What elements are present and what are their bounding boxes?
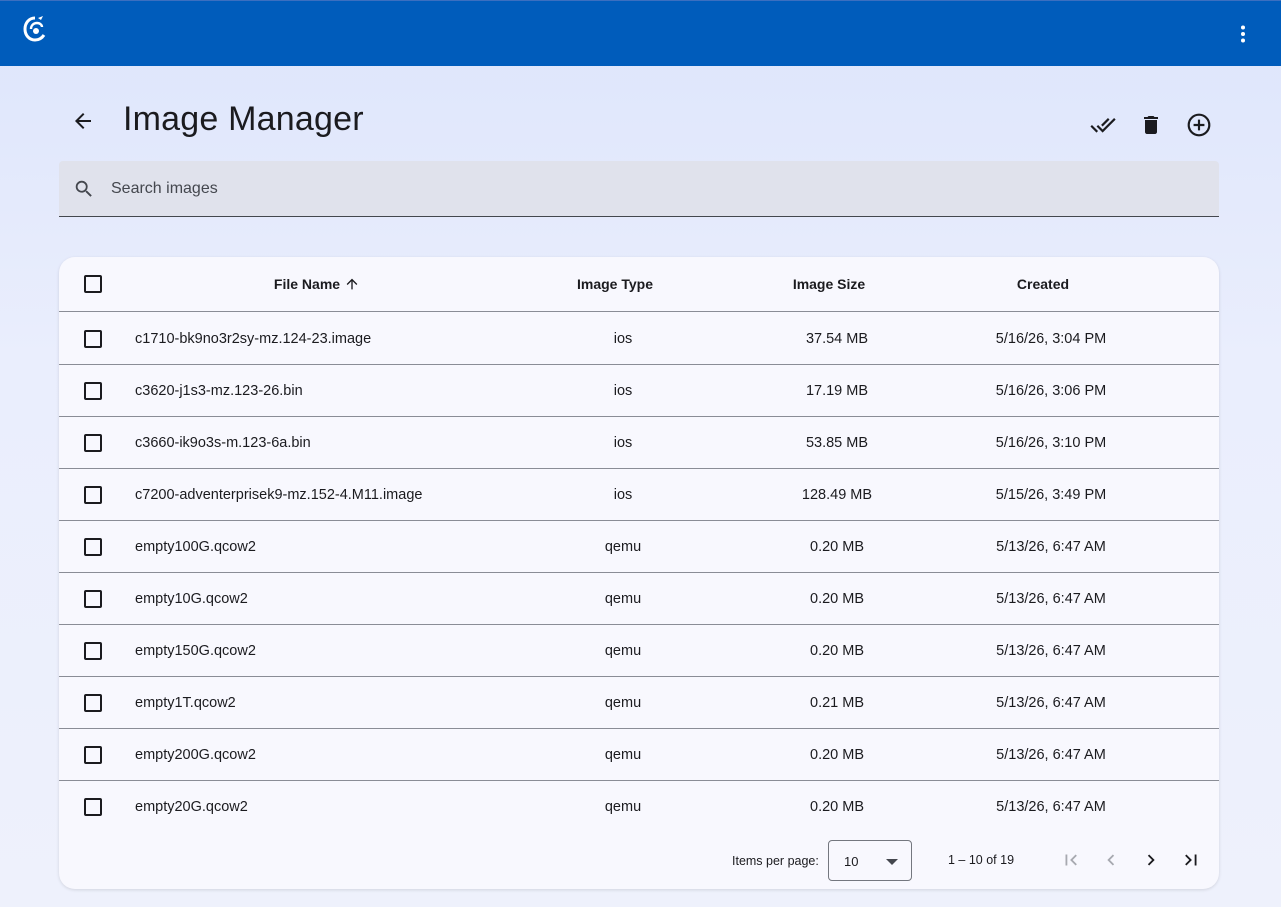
select-all-button[interactable] <box>1086 108 1120 142</box>
search-icon <box>75 180 92 197</box>
table-header: File Name Image Type Image Size Created <box>59 257 1219 312</box>
file-name-cell: empty150G.qcow2 <box>135 643 256 659</box>
file-name-cell: empty20G.qcow2 <box>135 799 248 815</box>
file-name-cell: empty1T.qcow2 <box>135 695 236 711</box>
row-checkbox[interactable] <box>84 746 102 764</box>
image-size-cell: 37.54 MB <box>805 331 869 347</box>
created-cell: 5/13/26, 6:47 AM <box>996 747 1106 763</box>
arrow-back-icon <box>75 113 91 129</box>
arrow-upward-icon <box>346 278 358 290</box>
file-name-cell: empty100G.qcow2 <box>135 539 256 555</box>
header-image-size[interactable]: Image Size <box>729 257 929 312</box>
delete-button[interactable] <box>1134 108 1168 142</box>
row-checkbox[interactable] <box>84 538 102 556</box>
table-row[interactable]: c7200-adventerprisek9-mz.152-4.M11.image… <box>59 469 1219 521</box>
add-image-button[interactable] <box>1182 108 1216 142</box>
row-checkbox[interactable] <box>84 798 102 816</box>
image-size-cell: 0.20 MB <box>810 799 864 815</box>
image-size-cell: 0.20 MB <box>810 643 864 659</box>
file-name-cell: c3620-j1s3-mz.123-26.bin <box>135 383 303 399</box>
image-size-cell: 0.21 MB <box>810 695 864 711</box>
row-checkbox[interactable] <box>84 642 102 660</box>
row-checkbox[interactable] <box>84 590 102 608</box>
row-checkbox[interactable] <box>84 382 102 400</box>
created-cell: 5/13/26, 6:47 AM <box>996 591 1106 607</box>
table-row[interactable]: empty10G.qcow2 qemu 0.20 MB 5/13/26, 6:47 A… <box>59 573 1219 625</box>
header-created[interactable]: Created <box>943 257 1143 312</box>
image-type-cell: ios <box>613 331 633 347</box>
created-cell: 5/13/26, 6:47 AM <box>996 799 1106 815</box>
table-row[interactable]: c3620-j1s3-mz.123-26.bin ios 17.19 MB 5/16/… <box>59 365 1219 417</box>
last-page-button[interactable] <box>1176 845 1206 875</box>
top-app-bar <box>0 0 1281 66</box>
add-circle-icon <box>1187 113 1211 137</box>
first-page-icon <box>1065 854 1077 866</box>
image-size-cell: 17.19 MB <box>805 383 869 399</box>
image-size-cell: 128.49 MB <box>801 487 873 503</box>
row-checkbox[interactable] <box>84 486 102 504</box>
created-cell: 5/16/26, 3:06 PM <box>995 383 1107 399</box>
first-page-button[interactable] <box>1056 845 1086 875</box>
image-type-cell: ios <box>613 487 633 503</box>
created-cell: 5/16/26, 3:04 PM <box>995 331 1107 347</box>
select-all-icon <box>1090 118 1116 133</box>
image-size-cell: 53.85 MB <box>805 435 869 451</box>
row-checkbox[interactable] <box>84 330 102 348</box>
image-type-cell: qemu <box>604 591 642 607</box>
table-row[interactable]: c3660-ik9o3s-m.123-6a.bin ios 53.85 MB 5/16… <box>59 417 1219 469</box>
chevron-left-icon <box>1107 854 1115 866</box>
table-row[interactable]: empty150G.qcow2 qemu 0.20 MB 5/13/26, 6:47 … <box>59 625 1219 677</box>
created-cell: 5/13/26, 6:47 AM <box>996 643 1106 659</box>
next-page-button[interactable] <box>1136 845 1166 875</box>
row-checkbox[interactable] <box>84 434 102 452</box>
images-table: File Name Image Type Image Size Created … <box>59 257 1219 889</box>
header-image-type[interactable]: Image Type <box>515 257 715 312</box>
last-page-icon <box>1185 854 1197 866</box>
created-cell: 5/16/26, 3:10 PM <box>995 435 1107 451</box>
arrow-drop-down-icon <box>886 859 898 865</box>
paginator: Items per page: 10 1 – 10 of 19 <box>59 832 1219 889</box>
row-checkbox[interactable] <box>84 694 102 712</box>
image-type-cell: qemu <box>604 747 642 763</box>
select-all-checkbox[interactable] <box>84 275 102 293</box>
previous-page-button[interactable] <box>1096 845 1126 875</box>
more-vert-icon <box>1241 25 1245 43</box>
table-row[interactable]: empty1T.qcow2 qemu 0.21 MB 5/13/26, 6:47 AM <box>59 677 1219 729</box>
items-per-page-label: Items per page: <box>732 854 819 868</box>
created-cell: 5/13/26, 6:47 AM <box>996 695 1106 711</box>
header-file-name[interactable]: File Name <box>207 257 427 312</box>
image-type-cell: qemu <box>604 799 642 815</box>
delete-icon <box>1144 116 1158 134</box>
items-per-page-select[interactable]: 10 <box>828 840 912 881</box>
file-name-cell: empty200G.qcow2 <box>135 747 256 763</box>
image-size-cell: 0.20 MB <box>810 591 864 607</box>
back-button[interactable] <box>66 104 100 138</box>
image-type-cell: ios <box>613 435 633 451</box>
file-name-cell: c7200-adventerprisek9-mz.152-4.M11.image <box>135 487 423 503</box>
created-cell: 5/15/26, 3:49 PM <box>995 487 1107 503</box>
image-type-cell: ios <box>613 383 633 399</box>
table-row[interactable]: empty100G.qcow2 qemu 0.20 MB 5/13/26, 6:47 … <box>59 521 1219 573</box>
page-title: Image Manager <box>123 100 364 138</box>
file-name-cell: c1710-bk9no3r2sy-mz.124-23.image <box>135 331 372 347</box>
image-type-cell: qemu <box>604 643 642 659</box>
items-per-page-value: 10 <box>844 854 859 869</box>
table-row[interactable]: empty200G.qcow2 qemu 0.20 MB 5/13/26, 6:47 … <box>59 729 1219 781</box>
file-name-cell: c3660-ik9o3s-m.123-6a.bin <box>135 435 311 451</box>
table-row[interactable]: c1710-bk9no3r2sy-mz.124-23.image ios 37.54… <box>59 313 1219 365</box>
created-cell: 5/13/26, 6:47 AM <box>996 539 1106 555</box>
search-field[interactable] <box>59 161 1219 217</box>
app-logo-icon[interactable] <box>22 15 48 43</box>
image-type-cell: qemu <box>604 539 642 555</box>
table-row[interactable]: empty20G.qcow2 qemu 0.20 MB 5/13/26, 6:47 A… <box>59 781 1219 833</box>
file-name-cell: empty10G.qcow2 <box>135 591 248 607</box>
image-type-cell: qemu <box>604 695 642 711</box>
image-size-cell: 0.20 MB <box>810 539 864 555</box>
more-menu-button[interactable] <box>1227 18 1259 50</box>
search-input[interactable] <box>111 169 1201 209</box>
page-range-label: 1 – 10 of 19 <box>948 853 1015 867</box>
image-size-cell: 0.20 MB <box>810 747 864 763</box>
chevron-right-icon <box>1147 854 1155 866</box>
